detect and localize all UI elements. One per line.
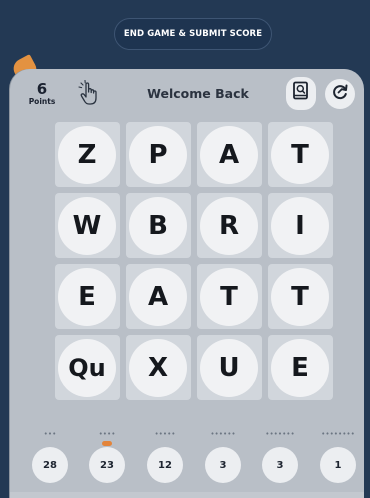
word-count-value: 3 (262, 447, 298, 483)
board-cell: E (268, 335, 333, 400)
letter-tile[interactable]: W (58, 197, 116, 255)
word-length-counts: ••• 28 •••• 23 ••••• 12 •••••• 3 •••••••… (10, 430, 364, 490)
word-list-icon (292, 81, 310, 106)
board-cell: P (126, 122, 191, 187)
letter-tile[interactable]: I (271, 197, 329, 255)
board-cell: R (197, 193, 262, 258)
score-value: 6 (36, 80, 48, 98)
word-list-button[interactable] (286, 77, 316, 110)
board-cell: T (197, 264, 262, 329)
letter-tile[interactable]: A (129, 268, 187, 326)
letter-tile[interactable]: P (129, 126, 187, 184)
letter-tile[interactable]: T (271, 268, 329, 326)
board-cell: T (268, 264, 333, 329)
word-count-value: 3 (205, 447, 241, 483)
word-count-8-letters[interactable]: •••••••• 1 (320, 430, 356, 483)
word-count-value: 23 (89, 447, 125, 483)
length-dots: ••••••• (265, 430, 295, 438)
word-count-7-letters[interactable]: ••••••• 3 (262, 430, 298, 483)
word-count-value: 12 (147, 447, 183, 483)
score-display: 6 Points (22, 82, 62, 107)
letter-board: Z P A T W B R I E A T T Qu X U E (55, 122, 335, 432)
letter-tile[interactable]: E (58, 268, 116, 326)
word-count-value: 1 (320, 447, 356, 483)
word-count-3-letters[interactable]: ••• 28 (32, 430, 68, 483)
letter-tile[interactable]: Z (58, 126, 116, 184)
letter-tile[interactable]: U (200, 339, 258, 397)
board-cell: E (55, 264, 120, 329)
board-cell: B (126, 193, 191, 258)
letter-tile[interactable]: R (200, 197, 258, 255)
word-count-value: 28 (32, 447, 68, 483)
length-dots: •••••• (210, 430, 236, 438)
length-dots: •••••••• (321, 430, 355, 438)
letter-tile[interactable]: T (200, 268, 258, 326)
end-game-submit-button[interactable]: END GAME & SUBMIT SCORE (114, 18, 272, 50)
length-dots: ••• (43, 430, 57, 438)
rotate-board-button[interactable] (325, 79, 355, 109)
length-dots: ••••• (154, 430, 176, 438)
welcome-message: Welcome Back (147, 86, 249, 101)
board-cell: T (268, 122, 333, 187)
length-dots: •••• (98, 430, 116, 438)
board-cell: I (268, 193, 333, 258)
letter-tile[interactable]: E (271, 339, 329, 397)
board-cell: A (126, 264, 191, 329)
tap-hand-icon[interactable] (76, 79, 102, 108)
word-count-6-letters[interactable]: •••••• 3 (205, 430, 241, 483)
rotate-board-icon (331, 83, 349, 106)
board-cell: Z (55, 122, 120, 187)
score-label: Points (28, 97, 56, 106)
board-cell: W (55, 193, 120, 258)
board-cell: X (126, 335, 191, 400)
active-marker (102, 441, 112, 446)
letter-tile[interactable]: X (129, 339, 187, 397)
board-cell: A (197, 122, 262, 187)
word-count-4-letters[interactable]: •••• 23 (89, 430, 125, 483)
board-cell: U (197, 335, 262, 400)
board-cell: Qu (55, 335, 120, 400)
letter-tile[interactable]: T (271, 126, 329, 184)
letter-tile[interactable]: B (129, 197, 187, 255)
panel-bottom-edge (10, 492, 364, 498)
letter-tile[interactable]: Qu (58, 339, 116, 397)
word-count-5-letters[interactable]: ••••• 12 (147, 430, 183, 483)
letter-tile[interactable]: A (200, 126, 258, 184)
